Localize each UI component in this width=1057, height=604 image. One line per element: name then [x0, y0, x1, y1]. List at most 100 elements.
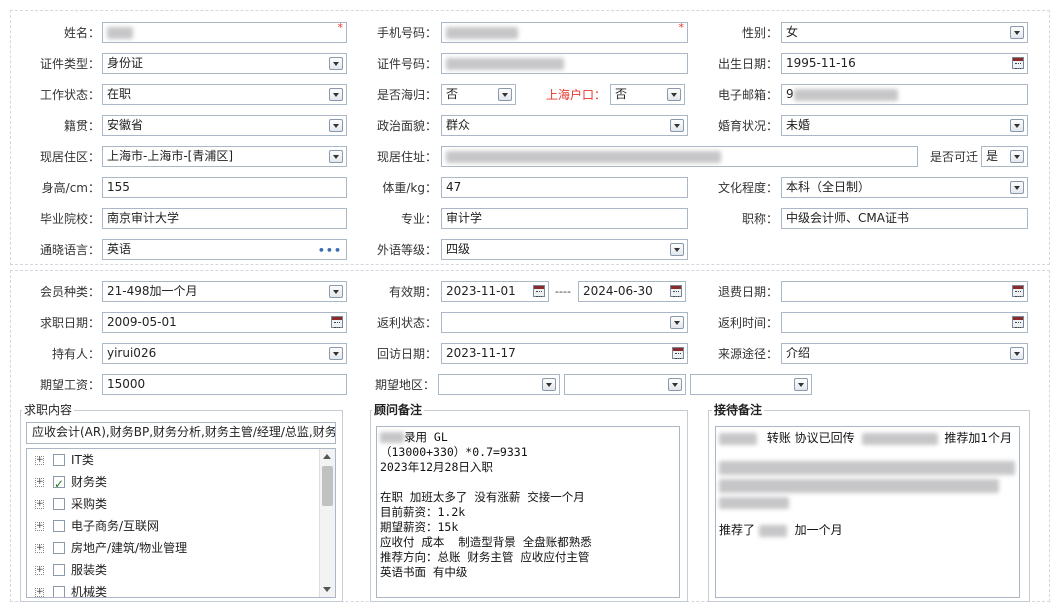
checkbox[interactable]: [53, 542, 65, 554]
native-place-select[interactable]: 安徽省: [102, 115, 347, 136]
chevron-down-icon[interactable]: [794, 378, 808, 391]
reception-line: 转账 协议已回传 推荐加1个月: [719, 429, 1016, 447]
checkbox-checked[interactable]: [53, 474, 65, 494]
job-summary-input[interactable]: 应收会计(AR),财务BP,财务分析,财务主管/经理/总监,财务: [26, 422, 336, 444]
member-type-select[interactable]: 21-498加一个月: [102, 281, 347, 302]
gender-select[interactable]: 女: [781, 22, 1028, 43]
revisit-date-input[interactable]: 2023-11-17: [441, 343, 688, 364]
chevron-down-icon[interactable]: [542, 378, 556, 391]
expand-icon[interactable]: +: [35, 456, 44, 465]
expand-icon[interactable]: +: [35, 522, 44, 531]
rebate-status-select[interactable]: [441, 312, 688, 333]
major-label: 专业：: [400, 212, 437, 226]
calendar-icon[interactable]: [1012, 316, 1024, 328]
id-number-input[interactable]: [441, 53, 688, 74]
weight-input[interactable]: 47: [441, 177, 688, 198]
scroll-down-icon[interactable]: [323, 587, 331, 592]
rebate-time-input[interactable]: [781, 312, 1028, 333]
redacted-text: [719, 497, 789, 509]
gender-value: 女: [786, 25, 799, 39]
validity-from-input[interactable]: 2023-11-01: [441, 281, 549, 302]
expand-icon[interactable]: +: [35, 478, 44, 487]
checkbox[interactable]: [53, 586, 65, 597]
required-mark: *: [678, 22, 685, 34]
calendar-icon[interactable]: [533, 285, 545, 297]
chevron-down-icon[interactable]: [498, 88, 512, 101]
checkbox[interactable]: [53, 564, 65, 576]
calendar-icon[interactable]: [670, 285, 682, 297]
languages-input[interactable]: 英语 •••: [102, 239, 347, 260]
chevron-down-icon[interactable]: [1010, 150, 1024, 163]
reception-notes-textarea[interactable]: 转账 协议已回传 推荐加1个月 推荐了 加一个月: [715, 426, 1020, 598]
foreign-level-select[interactable]: 四级: [441, 239, 688, 260]
chevron-down-icon[interactable]: [670, 119, 684, 132]
chevron-down-icon[interactable]: [1010, 347, 1024, 360]
refund-date-input[interactable]: [781, 281, 1028, 302]
scroll-up-icon[interactable]: [323, 454, 331, 459]
calendar-icon[interactable]: [672, 347, 684, 359]
checkbox[interactable]: [53, 520, 65, 532]
job-category-tree[interactable]: + IT类 + 财务类 + 采购类 + 电子商务/互联网 + 房地产/建筑/物业…: [26, 448, 336, 598]
chevron-down-icon[interactable]: [329, 347, 343, 360]
phone-input[interactable]: *: [441, 22, 688, 43]
address-label: 现居住址：: [376, 150, 437, 164]
tree-scrollbar[interactable]: [319, 449, 335, 597]
validity-separator: ----: [555, 285, 571, 298]
chevron-down-icon[interactable]: [329, 57, 343, 70]
expand-icon[interactable]: +: [35, 500, 44, 509]
calendar-icon[interactable]: [331, 316, 343, 328]
more-icon[interactable]: •••: [318, 241, 342, 259]
native-place-value: 安徽省: [107, 118, 144, 132]
languages-label: 通晓语言：: [39, 243, 100, 257]
work-status-select[interactable]: 在职: [102, 84, 347, 105]
checkbox[interactable]: [53, 454, 65, 466]
chevron-down-icon[interactable]: [667, 88, 681, 101]
chevron-down-icon[interactable]: [1010, 26, 1024, 39]
email-input[interactable]: 9: [781, 84, 1028, 105]
chevron-down-icon[interactable]: [329, 88, 343, 101]
expected-area-province-select[interactable]: [438, 374, 560, 395]
chevron-down-icon[interactable]: [329, 150, 343, 163]
expected-area-district-select[interactable]: [690, 374, 812, 395]
source-select[interactable]: 介绍: [781, 343, 1028, 364]
overseas-return-select[interactable]: 否: [441, 84, 516, 105]
can-visit-value: 是: [986, 149, 999, 163]
job-date-input[interactable]: 2009-05-01: [102, 312, 347, 333]
shanghai-hukou-select[interactable]: 否: [610, 84, 685, 105]
validity-to-input[interactable]: 2024-06-30: [578, 281, 686, 302]
major-input[interactable]: 审计学: [441, 208, 688, 229]
political-select[interactable]: 群众: [441, 115, 688, 136]
holder-select[interactable]: yirui026: [102, 343, 347, 364]
school-input[interactable]: 南京审计大学: [102, 208, 347, 229]
chevron-down-icon[interactable]: [668, 378, 682, 391]
name-input[interactable]: *: [102, 22, 347, 43]
can-visit-select[interactable]: 是: [981, 146, 1028, 167]
chevron-down-icon[interactable]: [1010, 119, 1024, 132]
calendar-icon[interactable]: [1012, 57, 1024, 69]
education-select[interactable]: 本科（全日制）: [781, 177, 1028, 198]
address-input[interactable]: [441, 146, 918, 167]
chevron-down-icon[interactable]: [670, 316, 684, 329]
birth-date-input[interactable]: 1995-11-16: [781, 53, 1028, 74]
height-input[interactable]: 155: [102, 177, 347, 198]
id-type-select[interactable]: 身份证: [102, 53, 347, 74]
consultant-notes-textarea[interactable]: 录用 GL （13000+330）*0.7=9331 2023年12月28日入职 在职…: [376, 426, 680, 598]
chevron-down-icon[interactable]: [329, 285, 343, 298]
title-label: 职称：: [741, 212, 778, 226]
residence-select[interactable]: 上海市-上海市-[青浦区]: [102, 146, 347, 167]
checkbox[interactable]: [53, 498, 65, 510]
expected-salary-input[interactable]: 15000: [102, 374, 347, 395]
chevron-down-icon[interactable]: [329, 119, 343, 132]
expand-icon[interactable]: +: [35, 544, 44, 553]
chevron-down-icon[interactable]: [670, 243, 684, 256]
expected-area-city-select[interactable]: [564, 374, 686, 395]
rebate-time-label: 返利时间：: [717, 316, 778, 330]
marital-select[interactable]: 未婚: [781, 115, 1028, 136]
chevron-down-icon[interactable]: [1010, 181, 1024, 194]
expand-icon[interactable]: +: [35, 566, 44, 575]
notes-line-text: 录用 GL: [404, 430, 448, 444]
calendar-icon[interactable]: [1012, 285, 1024, 297]
expand-icon[interactable]: +: [35, 588, 44, 597]
scroll-thumb[interactable]: [322, 466, 333, 506]
title-input[interactable]: 中级会计师、CMA证书: [781, 208, 1028, 229]
